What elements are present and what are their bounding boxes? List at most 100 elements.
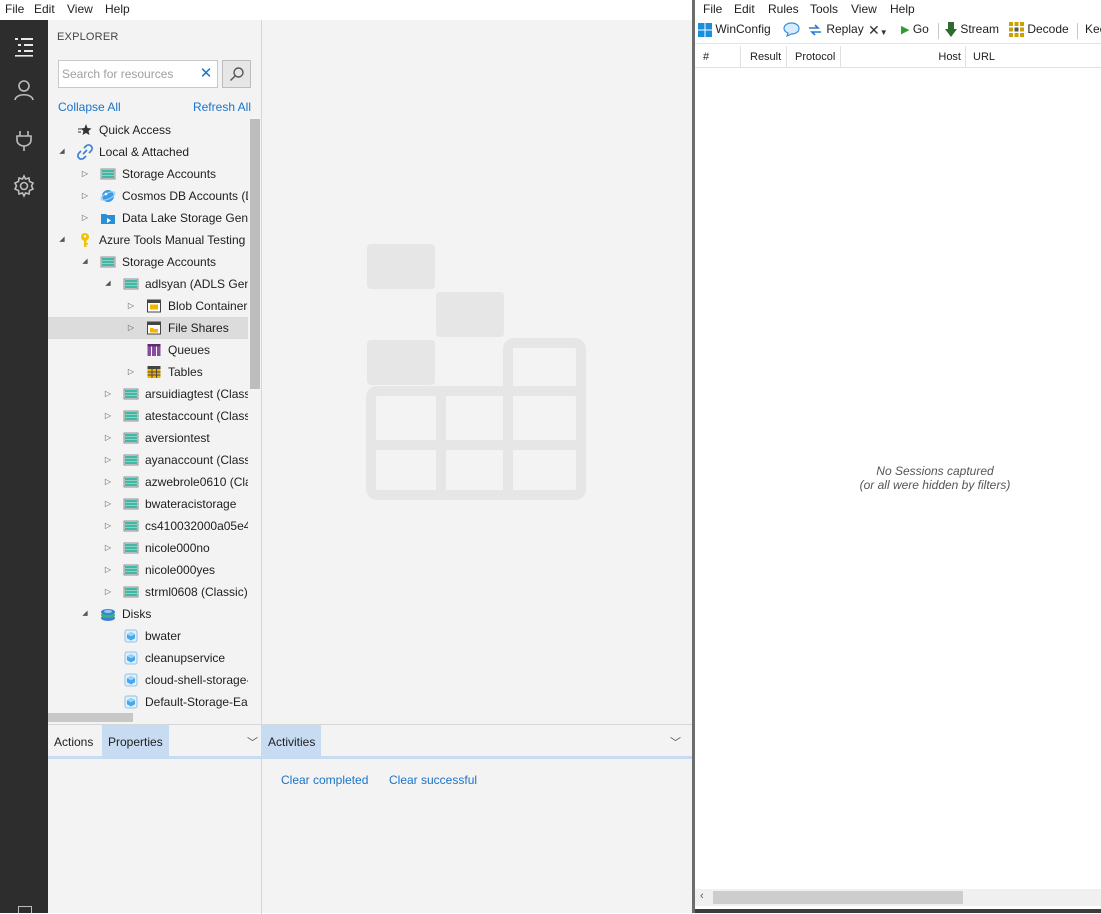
storage-account-icon [123, 276, 139, 292]
collapsed-arrow-icon[interactable]: ▷ [80, 212, 90, 224]
column-url[interactable]: URL [966, 46, 1101, 68]
fd-menu-rules[interactable]: Rules [768, 2, 799, 16]
collapsed-arrow-icon[interactable]: ▷ [126, 300, 136, 312]
se-menu-view[interactable]: View [67, 2, 93, 16]
tree-item[interactable]: ▷ cs410032000a05e43 [48, 515, 248, 537]
tree-vertical-scrollbar[interactable] [248, 119, 261, 711]
tab-activities[interactable]: Activities [262, 725, 322, 759]
collapsed-arrow-icon[interactable]: ▷ [103, 476, 113, 488]
collapsed-arrow-icon[interactable]: ▷ [126, 322, 136, 334]
expanded-arrow-icon[interactable]: ◢ [80, 256, 90, 268]
tree-scroll-thumb[interactable] [250, 119, 260, 389]
tree-item[interactable]: ◢ adlsyan (ADLS Gen2 [48, 273, 248, 295]
play-icon: ▶ [901, 24, 910, 36]
replay-button[interactable]: Replay [807, 22, 864, 40]
se-menu-file[interactable]: File [5, 2, 24, 16]
collapsed-arrow-icon[interactable]: ▷ [126, 366, 136, 378]
chevron-down-icon[interactable]: ﹀ [670, 734, 681, 750]
sessions-list[interactable]: # Result Protocol Host URL No Sessions c… [695, 44, 1101, 889]
settings-icon[interactable] [0, 164, 48, 208]
fd-menu-view[interactable]: View [851, 2, 877, 16]
column-number[interactable]: # [695, 46, 741, 68]
search-input[interactable] [62, 65, 192, 83]
tree-item[interactable]: ▷ File Shares [48, 317, 248, 339]
search-button[interactable] [222, 60, 251, 88]
account-icon[interactable] [0, 68, 48, 112]
panel-toggle-icon[interactable] [18, 906, 32, 913]
tree-item[interactable]: ▷ ayanaccount (Classic [48, 449, 248, 471]
tree-item[interactable]: ▷ Data Lake Storage Gen1 [48, 207, 248, 229]
collapsed-arrow-icon[interactable]: ▷ [103, 542, 113, 554]
expanded-arrow-icon[interactable]: ◢ [80, 608, 90, 620]
explorer-icon[interactable] [0, 24, 48, 68]
tree-item[interactable]: ▷ Cosmos DB Accounts (D [48, 185, 248, 207]
collapsed-arrow-icon[interactable]: ▷ [103, 564, 113, 576]
se-menu-help[interactable]: Help [105, 2, 130, 16]
collapsed-arrow-icon[interactable]: ▷ [103, 454, 113, 466]
tree-item[interactable]: ▷ atestaccount (Classi [48, 405, 248, 427]
tree-item[interactable]: Queues [48, 339, 248, 361]
refresh-all-link[interactable]: Refresh All [193, 100, 251, 114]
tab-actions[interactable]: Actions [48, 725, 99, 759]
collapsed-arrow-icon[interactable]: ▷ [80, 168, 90, 180]
collapsed-arrow-icon[interactable]: ▷ [103, 586, 113, 598]
clear-completed-link[interactable]: Clear completed [281, 773, 368, 787]
tree-item[interactable]: cleanupservice [48, 647, 248, 669]
column-protocol[interactable]: Protocol [787, 46, 841, 68]
sessions-horizontal-scrollbar[interactable]: ‹ [695, 889, 1101, 906]
fd-menu-help[interactable]: Help [890, 2, 915, 16]
tree-item[interactable]: Quick Access [48, 119, 248, 141]
collapsed-arrow-icon[interactable]: ▷ [103, 520, 113, 532]
comment-button[interactable] [783, 22, 800, 40]
column-host[interactable]: Host [841, 46, 966, 68]
sessions-scroll-thumb[interactable] [713, 891, 963, 904]
tree-item[interactable]: ▷ Tables [48, 361, 248, 383]
collapsed-arrow-icon[interactable]: ▷ [103, 432, 113, 444]
tree-item[interactable]: ▷ arsuidiagtest (Classi [48, 383, 248, 405]
tree-item[interactable]: ▷ nicole000no [48, 537, 248, 559]
se-menu-edit[interactable]: Edit [34, 2, 55, 16]
tree-item[interactable]: ◢ Local & Attached [48, 141, 248, 163]
collapsed-arrow-icon[interactable]: ▷ [103, 388, 113, 400]
collapsed-arrow-icon[interactable]: ▷ [80, 190, 90, 202]
tree-item[interactable]: ▷ Storage Accounts [48, 163, 248, 185]
collapsed-arrow-icon[interactable]: ▷ [103, 498, 113, 510]
tree-item[interactable]: Default-Storage-Eas [48, 691, 248, 711]
remove-button[interactable]: ✕▼ [868, 22, 888, 40]
editor-area [262, 20, 692, 724]
tree-item[interactable]: bwater [48, 625, 248, 647]
tree-item[interactable]: ▷ azwebrole0610 (Cla [48, 471, 248, 493]
go-button[interactable]: ▶ Go [901, 22, 929, 40]
fd-menu-tools[interactable]: Tools [810, 2, 838, 16]
collapsed-arrow-icon[interactable]: ▷ [103, 410, 113, 422]
disk-icon [123, 650, 139, 666]
winconfig-button[interactable]: WinConfig [698, 22, 771, 40]
tree-item[interactable]: ▷ bwateracistorage [48, 493, 248, 515]
connect-icon[interactable] [0, 118, 48, 162]
tree-item[interactable]: ◢ Storage Accounts [48, 251, 248, 273]
tree-item[interactable]: ▷ Blob Containers [48, 295, 248, 317]
tree-horizontal-scrollbar[interactable] [48, 711, 248, 723]
tree-item[interactable]: cloud-shell-storage- [48, 669, 248, 691]
chevron-down-icon[interactable]: ﹀ [247, 734, 258, 750]
expanded-arrow-icon[interactable]: ◢ [57, 234, 67, 246]
expanded-arrow-icon[interactable]: ◢ [103, 278, 113, 290]
column-result[interactable]: Result [741, 46, 787, 68]
tree-item[interactable]: ▷ strml0608 (Classic) [48, 581, 248, 603]
clear-search-icon[interactable]: ✕ [199, 66, 213, 82]
tree-hscroll-thumb[interactable] [48, 713, 133, 722]
collapse-all-link[interactable]: Collapse All [58, 100, 121, 114]
scroll-left-icon[interactable]: ‹ [700, 890, 704, 902]
tree-item[interactable]: ◢ Azure Tools Manual Testing 2 [48, 229, 248, 251]
clear-successful-link[interactable]: Clear successful [389, 773, 477, 787]
tree-item[interactable]: ◢ Disks [48, 603, 248, 625]
stream-button[interactable]: Stream [945, 22, 999, 40]
keep-button[interactable]: Kee [1085, 22, 1101, 40]
fd-menu-file[interactable]: File [703, 2, 722, 16]
tree-item[interactable]: ▷ aversiontest [48, 427, 248, 449]
expanded-arrow-icon[interactable]: ◢ [57, 146, 67, 158]
fd-menu-edit[interactable]: Edit [734, 2, 755, 16]
tab-properties[interactable]: Properties [102, 725, 169, 759]
tree-item[interactable]: ▷ nicole000yes [48, 559, 248, 581]
decode-button[interactable]: Decode [1009, 22, 1069, 40]
